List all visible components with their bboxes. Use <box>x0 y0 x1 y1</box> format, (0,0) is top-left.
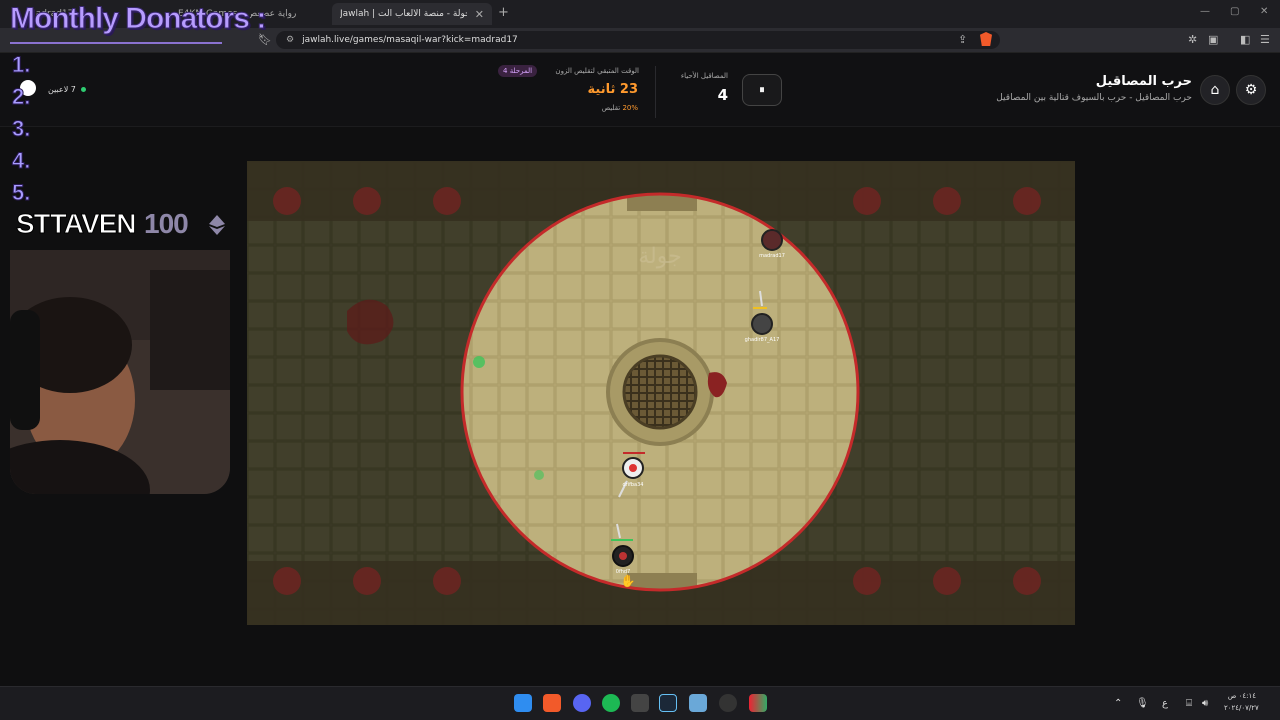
tab-jawlah[interactable]: Jawlah | جولة - منصة الألعاب الت ✕ <box>332 3 492 25</box>
xbox-icon[interactable] <box>631 694 649 712</box>
site-info-icon[interactable]: ⚙︎ <box>286 35 294 45</box>
hand-cursor-icon: ✋ <box>621 574 636 588</box>
home-button[interactable]: ⌂ <box>1200 75 1230 105</box>
pause-icon: ⏸ <box>759 83 765 96</box>
alive-count: 4 <box>717 86 728 104</box>
donator-rank: 4. <box>11 148 31 174</box>
page-title: حرب المصاقيل <box>1095 74 1192 89</box>
shrink-info: 20% تقليص <box>560 104 638 112</box>
tab-label: Jawlah | جولة - منصة الألعاب الت <box>340 9 467 19</box>
timer-label: الوقت المتبقي لتقليص الزون <box>555 67 639 75</box>
clock-date[interactable]: ٢٠٢٤/٠٧/٢٧ <box>1224 704 1259 712</box>
alive-label: المصاقيل الأحياء <box>680 72 728 80</box>
donators-underline <box>10 36 222 44</box>
ethereum-icon <box>209 215 225 235</box>
close-icon[interactable]: ✕ <box>475 8 484 21</box>
webcam-feed <box>10 250 230 494</box>
discord-icon[interactable] <box>573 694 591 712</box>
round-badge: المرحلة 4 <box>498 65 538 77</box>
start-icon[interactable] <box>514 694 532 712</box>
players-count: 7 لاعبين <box>48 85 76 94</box>
donator-rank: 5. <box>11 180 31 206</box>
share-icon[interactable]: ⇪ <box>958 33 967 46</box>
photos-icon[interactable] <box>689 694 707 712</box>
app-icon[interactable] <box>749 694 767 712</box>
shrink-percent: 20% <box>622 104 638 112</box>
extensions-icon[interactable]: ✲ <box>1188 33 1197 46</box>
donators-title: Monthly Donators : <box>9 2 266 36</box>
game-arena[interactable]: جولة madrad17 ghadir87_A17 drifba34 0fhd… <box>247 161 1075 625</box>
player-token[interactable]: madrad17 <box>759 229 785 259</box>
obs-icon[interactable] <box>719 694 737 712</box>
subscriber-name: STTAVEN <box>16 208 138 240</box>
language-indicator[interactable]: ع <box>1162 698 1168 709</box>
maximize-icon[interactable]: ▢ <box>1230 6 1239 17</box>
sidebar-icon[interactable]: ◧ <box>1240 33 1250 46</box>
timer-value: 23 ثانية <box>587 82 638 97</box>
player-name: ghadir87_A17 <box>745 337 780 343</box>
steam-icon[interactable] <box>659 694 677 712</box>
online-indicator <box>81 87 86 92</box>
url-bar[interactable]: ⚙︎ jawlah.live/games/masaqil-war?kick=ma… <box>276 31 1000 49</box>
player-name: drifba34 <box>623 482 644 488</box>
arena-watermark: جولة <box>638 244 681 269</box>
chevron-up-icon[interactable]: ⌃ <box>1114 698 1122 709</box>
divider <box>655 66 656 118</box>
donator-rank: 3. <box>11 116 31 142</box>
player-name: madrad17 <box>759 253 785 259</box>
mic-icon[interactable]: 🎙︎ <box>1136 698 1149 709</box>
pause-button[interactable]: ⏸ <box>742 74 782 106</box>
game-header <box>0 53 1280 127</box>
brave-icon[interactable] <box>543 694 561 712</box>
spotify-icon[interactable] <box>602 694 620 712</box>
page-subtitle: حرب المصاقيل - حرب بالسيوف قتالية بين ال… <box>996 93 1192 103</box>
shrink-label: تقليص <box>601 104 621 112</box>
network-icon[interactable]: ⌸ <box>1186 698 1192 709</box>
new-tab-button[interactable]: + <box>498 5 509 20</box>
menu-icon[interactable]: ☰ <box>1260 33 1270 46</box>
donator-rank: 1. <box>11 52 31 78</box>
clock-time[interactable]: ٠٤:١٤ ص <box>1224 692 1256 700</box>
brave-shield-icon[interactable] <box>980 32 992 46</box>
minimize-icon[interactable]: — <box>1200 6 1210 17</box>
donator-rank: 2. <box>11 84 31 110</box>
home-icon: ⌂ <box>1210 82 1220 98</box>
url-text: jawlah.live/games/masaqil-war?kick=madra… <box>302 35 518 45</box>
gear-icon: ⚙ <box>1244 82 1258 98</box>
wallet-icon[interactable]: ▣ <box>1208 33 1218 46</box>
volume-icon[interactable]: 🔊︎ <box>1202 698 1208 709</box>
subscriber-count: 100 <box>144 208 189 239</box>
window-close-icon[interactable]: ✕ <box>1260 6 1268 17</box>
settings-button[interactable]: ⚙ <box>1236 75 1266 105</box>
